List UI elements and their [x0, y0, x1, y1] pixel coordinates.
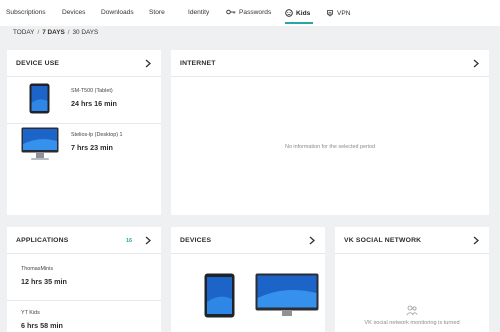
tablet-icon — [29, 83, 50, 114]
card-title: INTERNET — [180, 60, 216, 67]
internet-header[interactable]: INTERNET — [171, 50, 489, 77]
chevron-right-icon[interactable] — [472, 59, 480, 68]
card-title: DEVICE USE — [16, 60, 60, 67]
period-30-days[interactable]: 30 DAYS — [73, 29, 99, 36]
period-selector: TODAY/7 DAYS/30 DAYS — [13, 29, 98, 36]
internet-card: INTERNET No information for the selected… — [171, 50, 489, 215]
device-use-card: DEVICE USE SM-T500 (Tablet) 24 hrs 16 mi… — [7, 50, 161, 215]
chevron-right-icon[interactable] — [308, 236, 316, 245]
device-row-tablet[interactable]: SM-T500 (Tablet) 24 hrs 16 min — [7, 80, 161, 120]
app-name: YT Kids — [21, 310, 40, 316]
nav-passwords[interactable]: Passwords — [226, 9, 271, 16]
device-name: Stelios-lp (Desktop) 1 — [71, 132, 123, 138]
vpn-shield-icon — [327, 10, 333, 17]
monitor-icon — [21, 127, 59, 160]
vk-monitoring-message: VK social network monitoring is turned — [364, 320, 460, 326]
chevron-right-icon[interactable] — [144, 59, 152, 68]
app-name: ThomasMinis — [21, 266, 54, 272]
nav-kids[interactable]: Kids — [285, 9, 310, 17]
card-title: APPLICATIONS — [16, 237, 69, 244]
divider — [7, 300, 161, 301]
people-icon — [406, 305, 418, 316]
nav-devices[interactable]: Devices — [62, 9, 85, 16]
card-title: DEVICES — [180, 237, 212, 244]
card-title: VK SOCIAL NETWORK — [344, 237, 422, 244]
devices-header[interactable]: DEVICES — [171, 227, 325, 254]
top-nav: Subscriptions Devices Downloads Store Id… — [0, 0, 500, 26]
kids-face-icon — [285, 9, 293, 17]
applications-header[interactable]: APPLICATIONS 16 — [7, 227, 161, 254]
period-today[interactable]: TODAY — [13, 29, 34, 36]
nav-downloads[interactable]: Downloads — [101, 9, 134, 16]
divider — [7, 123, 161, 124]
vk-card: VK SOCIAL NETWORK VK social network moni… — [335, 227, 489, 332]
nav-store[interactable]: Store — [149, 9, 165, 16]
device-time: 7 hrs 23 min — [71, 143, 113, 152]
period-7-days[interactable]: 7 DAYS — [42, 29, 65, 36]
active-tab-indicator — [285, 22, 313, 24]
period-separator: / — [37, 29, 40, 36]
period-separator: / — [67, 29, 70, 36]
devices-card: DEVICES — [171, 227, 325, 332]
vk-header[interactable]: VK SOCIAL NETWORK — [335, 227, 489, 254]
device-time: 24 hrs 16 min — [71, 99, 117, 108]
nav-identity[interactable]: Identity — [188, 9, 209, 16]
device-name: SM-T500 (Tablet) — [71, 88, 113, 94]
device-use-header[interactable]: DEVICE USE — [7, 50, 161, 77]
nav-vpn[interactable]: VPN — [326, 9, 351, 17]
chevron-right-icon[interactable] — [144, 236, 152, 245]
nav-subscriptions[interactable]: Subscriptions — [6, 9, 46, 16]
chevron-right-icon[interactable] — [472, 236, 480, 245]
app-time: 6 hrs 58 min — [21, 321, 63, 330]
app-time: 12 hrs 35 min — [21, 277, 67, 286]
monitor-icon[interactable] — [255, 273, 319, 319]
app-count-badge: 16 — [126, 238, 133, 244]
device-row-desktop[interactable]: Stelios-lp (Desktop) 1 7 hrs 23 min — [7, 125, 161, 165]
empty-state-message: No information for the selected period — [285, 144, 375, 150]
key-icon — [226, 10, 236, 15]
tablet-icon[interactable] — [204, 273, 235, 318]
applications-card: APPLICATIONS 16 ThomasMinis 12 hrs 35 mi… — [7, 227, 161, 332]
